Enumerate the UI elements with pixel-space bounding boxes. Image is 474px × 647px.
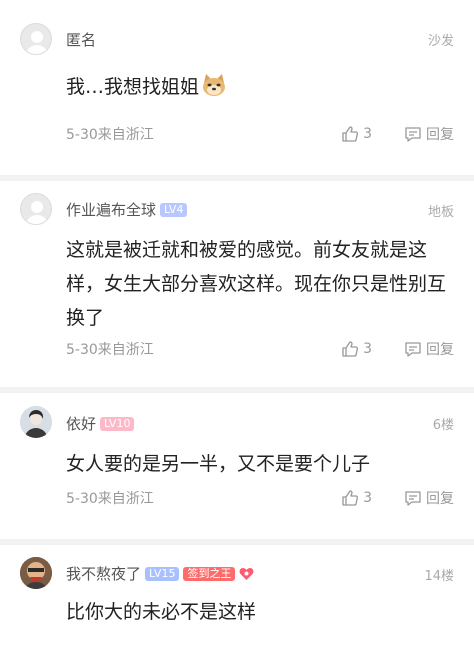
heart-icon — [240, 568, 254, 580]
comment-bubble-icon — [405, 127, 421, 142]
level-badge: LV4 — [160, 203, 188, 217]
comment-text: 我…我想找姐姐 — [66, 70, 456, 104]
like-button[interactable]: 3 — [341, 340, 372, 358]
username[interactable]: 匿名 — [66, 29, 96, 50]
like-button[interactable]: 3 — [341, 489, 372, 507]
cartoon-avatar-icon — [20, 557, 52, 589]
user-avatar[interactable] — [20, 406, 52, 438]
like-count: 3 — [363, 126, 372, 142]
comment-item-3: 依好 LV10 6楼 女人要的是另一半，又不是要个儿子 5-30来自浙江 3 回复 — [0, 393, 474, 539]
like-button[interactable]: 3 — [341, 125, 372, 143]
thumbs-up-icon — [342, 341, 359, 357]
reply-button[interactable]: 回复 — [404, 488, 454, 508]
floor-label: 6楼 — [432, 418, 454, 433]
default-avatar-icon — [26, 31, 48, 54]
user-avatar[interactable] — [20, 557, 52, 589]
comment-meta: 5-30来自浙江 — [66, 491, 154, 507]
comment-bubble-icon — [405, 491, 421, 506]
comment-text: 比你大的未必不是这样 — [66, 601, 257, 623]
user-avatar[interactable] — [20, 193, 52, 225]
user-avatar[interactable] — [20, 23, 52, 55]
comment-actions: 3 回复 — [341, 124, 454, 144]
comment-meta: 5-30来自浙江 — [66, 342, 154, 358]
comment-bubble-icon — [405, 342, 421, 357]
comment-meta: 5-30来自浙江 — [66, 127, 154, 143]
floor-label: 地板 — [427, 205, 454, 220]
like-count: 3 — [363, 490, 372, 506]
like-count: 3 — [363, 341, 372, 357]
reply-label: 回复 — [426, 491, 454, 507]
floor-label: 沙发 — [427, 34, 454, 49]
comment-actions: 3 回复 — [341, 488, 454, 508]
comment-text: 女人要的是另一半，又不是要个儿子 — [66, 453, 371, 475]
reply-label: 回复 — [426, 127, 454, 143]
comment-item-1: 匿名 沙发 我…我想找姐姐 5-30来自浙江 3 回复 — [0, 0, 474, 176]
reply-button[interactable]: 回复 — [404, 339, 454, 359]
thumbs-up-icon — [342, 126, 359, 142]
comment-item-4: 我不熬夜了 LV15 签到之王 14楼 比你大的未必不是这样 — [0, 545, 474, 647]
level-badge: LV10 — [100, 417, 135, 431]
floor-label: 14楼 — [424, 569, 454, 584]
comment-actions: 3 回复 — [341, 339, 454, 359]
portrait-avatar-icon — [20, 406, 52, 438]
reply-button[interactable]: 回复 — [404, 124, 454, 144]
username[interactable]: 我不熬夜了 LV15 签到之王 — [66, 563, 254, 584]
thumbs-up-icon — [342, 490, 359, 506]
username[interactable]: 作业遍布全球 LV4 — [66, 199, 188, 220]
comment-text: 这就是被迁就和被爱的感觉。前女友就是这样，女生大部分喜欢这样。现在你只是性别互换… — [66, 239, 447, 329]
doge-emoji-icon — [203, 74, 226, 96]
title-badge: 签到之王 — [183, 567, 236, 581]
default-avatar-icon — [26, 201, 48, 224]
username[interactable]: 依好 LV10 — [66, 413, 135, 434]
comment-item-2: 作业遍布全球 LV4 地板 这就是被迁就和被爱的感觉。前女友就是这样，女生大部分喜… — [0, 181, 474, 387]
level-badge: LV15 — [145, 567, 180, 581]
reply-label: 回复 — [426, 342, 454, 358]
